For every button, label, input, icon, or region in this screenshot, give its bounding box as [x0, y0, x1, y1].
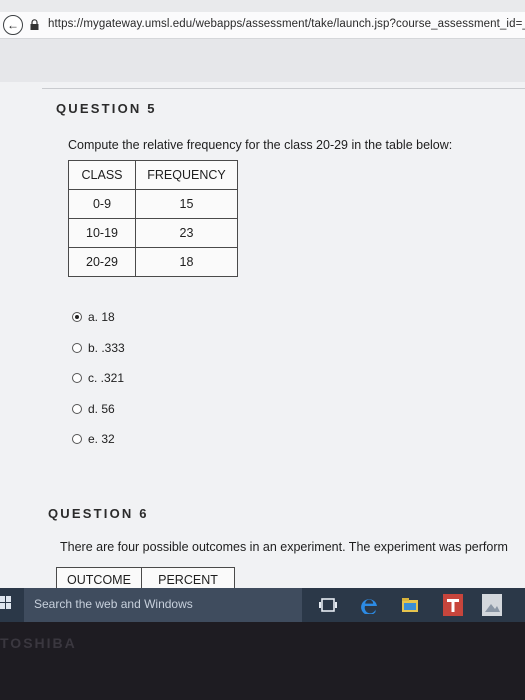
device-brand-logo: TOSHIBA [0, 635, 77, 651]
question-6-prompt: There are four possible outcomes in an e… [60, 540, 508, 554]
question-6-heading: QUESTION 6 [48, 506, 149, 521]
column-header-class: CLASS [68, 160, 136, 190]
option-label: a. 18 [88, 310, 115, 324]
class-cell: 0-9 [68, 189, 136, 219]
radio-button-selected[interactable] [72, 312, 82, 322]
title-strip [0, 0, 525, 12]
back-button[interactable]: ← [3, 15, 23, 35]
arrow-left-icon: ← [7, 18, 19, 32]
class-cell: 20-29 [68, 247, 136, 277]
photos-app-icon[interactable] [482, 594, 502, 616]
radio-button[interactable] [72, 373, 82, 383]
divider [42, 88, 525, 89]
table-header-row: CLASS FREQUENCY [68, 160, 238, 190]
store-app-icon[interactable] [443, 594, 463, 616]
table-row: 20-29 18 [68, 247, 238, 277]
browser-window: ← https://mygateway.umsl.edu/webapps/ass… [0, 0, 525, 622]
option-label: b. .333 [88, 340, 125, 355]
question-5-prompt: Compute the relative frequency for the c… [68, 138, 453, 152]
question-5-heading: QUESTION 5 [56, 101, 157, 116]
option-label: d. 56 [88, 401, 115, 416]
option-label: e. 32 [88, 432, 115, 446]
radio-button[interactable] [72, 342, 82, 353]
table-row: 10-19 23 [68, 218, 238, 248]
frequency-table: CLASS FREQUENCY 0-9 15 10-19 23 20-29 18 [68, 160, 238, 277]
header-band [0, 39, 525, 82]
frequency-cell: 15 [135, 189, 238, 219]
option-label: c. .321 [88, 371, 125, 385]
taskbar-search-box[interactable]: Search the web and Windows [24, 588, 302, 622]
radio-button[interactable] [72, 434, 82, 444]
windows-start-button[interactable] [0, 596, 12, 610]
url-field[interactable]: https://mygateway.umsl.edu/webapps/asses… [48, 18, 525, 30]
taskbar: Search the web and Windows [0, 588, 525, 622]
class-cell: 10-19 [68, 218, 136, 248]
address-bar: ← https://mygateway.umsl.edu/webapps/ass… [0, 12, 525, 39]
frequency-cell: 23 [135, 218, 238, 248]
edge-browser-icon[interactable] [360, 596, 380, 614]
table-row: 0-9 15 [68, 189, 238, 219]
frequency-cell: 18 [135, 247, 238, 277]
windows-logo-icon [0, 596, 5, 602]
column-header-frequency: FREQUENCY [135, 160, 238, 190]
radio-button[interactable] [72, 403, 82, 414]
lock-icon [30, 19, 39, 30]
file-explorer-icon[interactable] [401, 596, 419, 614]
search-placeholder: Search the web and Windows [34, 597, 193, 611]
task-view-icon[interactable] [318, 596, 338, 614]
